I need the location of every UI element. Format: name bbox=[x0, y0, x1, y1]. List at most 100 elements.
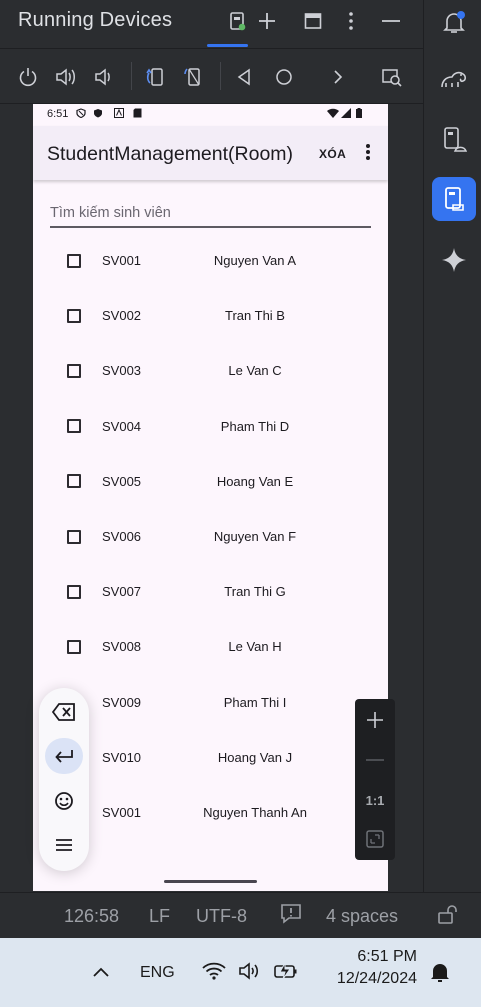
gesture-handle[interactable] bbox=[164, 880, 257, 883]
device-toolbar bbox=[0, 49, 423, 103]
cursor-position[interactable]: 126:58 bbox=[64, 906, 119, 927]
notifications-icon[interactable] bbox=[432, 0, 476, 44]
wifi-tray-icon[interactable] bbox=[202, 962, 226, 985]
more-vert-icon[interactable] bbox=[338, 8, 364, 34]
vpn-icon bbox=[76, 108, 86, 121]
notification-bell-icon[interactable] bbox=[429, 961, 451, 988]
student-id: SV001 bbox=[102, 253, 142, 269]
delete-button[interactable]: XÓA bbox=[319, 147, 346, 161]
status-time: 6:51 bbox=[47, 108, 69, 120]
lock-icon[interactable] bbox=[436, 903, 458, 930]
student-id: SV010 bbox=[102, 749, 142, 765]
line-ending[interactable]: LF bbox=[149, 906, 170, 927]
student-id: SV006 bbox=[102, 529, 142, 545]
panel-header: Running Devices bbox=[0, 0, 423, 48]
sd-card-icon bbox=[133, 108, 142, 121]
student-name: Nguyen Van F bbox=[213, 529, 297, 545]
keyboard-notice-icon bbox=[114, 108, 124, 121]
student-id: SV007 bbox=[102, 584, 142, 600]
panel-title: Running Devices bbox=[18, 9, 173, 31]
select-checkbox[interactable] bbox=[67, 584, 81, 599]
enter-icon[interactable] bbox=[45, 738, 83, 774]
app-title: StudentManagement(Room) bbox=[47, 143, 294, 165]
running-devices-panel: Running Devices 6:51 StudentManagement(R… bbox=[0, 0, 423, 938]
search-input[interactable] bbox=[50, 202, 371, 224]
student-row[interactable]: SV005 Hoang Van E bbox=[33, 454, 388, 509]
student-id: SV004 bbox=[102, 418, 142, 434]
home-icon[interactable] bbox=[272, 65, 296, 89]
file-encoding[interactable]: UTF-8 bbox=[196, 906, 247, 927]
floating-keyboard-toolbar bbox=[39, 688, 89, 871]
zoom-in-icon[interactable] bbox=[355, 705, 395, 735]
select-checkbox[interactable] bbox=[67, 529, 81, 544]
select-checkbox[interactable] bbox=[67, 308, 81, 323]
system-clock[interactable]: 6:51 PM 12/24/2024 bbox=[318, 948, 417, 988]
gradle-icon[interactable] bbox=[432, 58, 476, 102]
power-icon[interactable] bbox=[16, 65, 40, 89]
device-manager-icon[interactable] bbox=[432, 118, 476, 162]
chevron-up-icon[interactable] bbox=[92, 965, 110, 983]
rotate-right-icon[interactable] bbox=[182, 65, 206, 89]
screenshot-icon[interactable] bbox=[380, 65, 404, 89]
minimize-icon[interactable] bbox=[378, 8, 404, 34]
student-name: Pham Thi I bbox=[223, 694, 287, 710]
student-row[interactable]: SV002 Tran Thi B bbox=[33, 288, 388, 343]
volume-down-icon[interactable] bbox=[92, 65, 116, 89]
wifi-icon bbox=[327, 108, 339, 121]
student-name: Nguyen Thanh An bbox=[203, 804, 307, 820]
active-tab-indicator bbox=[207, 44, 248, 47]
select-checkbox[interactable] bbox=[67, 639, 81, 654]
ide-status-bar: 126:58 LF UTF-8 4 spaces bbox=[0, 892, 481, 938]
student-row[interactable]: SV008 Le Van H bbox=[33, 619, 388, 674]
clock-time: 6:51 PM bbox=[357, 948, 417, 965]
volume-tray-icon[interactable] bbox=[238, 962, 262, 985]
menu-icon[interactable] bbox=[45, 827, 83, 863]
select-checkbox[interactable] bbox=[67, 419, 81, 434]
indent-setting[interactable]: 4 spaces bbox=[326, 906, 398, 927]
student-row[interactable]: SV006 Nguyen Van F bbox=[33, 509, 388, 564]
overview-icon[interactable] bbox=[326, 65, 350, 89]
zoom-controls: 1:1 bbox=[355, 699, 395, 860]
student-id: SV001 bbox=[102, 804, 142, 820]
student-id: SV005 bbox=[102, 473, 142, 489]
add-icon[interactable] bbox=[254, 8, 280, 34]
zoom-out-icon[interactable] bbox=[355, 745, 395, 775]
student-name: Hoang Van J bbox=[217, 749, 293, 765]
battery-icon bbox=[356, 108, 362, 121]
running-devices-icon[interactable] bbox=[432, 177, 476, 221]
student-name: Pham Thi D bbox=[220, 418, 290, 434]
back-icon[interactable] bbox=[232, 65, 256, 89]
clock-date: 12/24/2024 bbox=[336, 970, 417, 987]
student-name: Hoang Van E bbox=[216, 473, 294, 489]
shield-icon bbox=[93, 108, 103, 121]
search-field[interactable] bbox=[50, 202, 371, 228]
window-icon[interactable] bbox=[300, 8, 326, 34]
backspace-icon[interactable] bbox=[45, 694, 83, 730]
rotate-left-icon[interactable] bbox=[144, 65, 168, 89]
select-checkbox[interactable] bbox=[67, 474, 81, 489]
emoji-icon[interactable] bbox=[45, 783, 83, 819]
battery-charging-icon[interactable] bbox=[273, 961, 299, 986]
volume-up-icon[interactable] bbox=[54, 65, 78, 89]
zoom-actual-size-button[interactable]: 1:1 bbox=[355, 785, 395, 815]
student-row[interactable]: SV003 Le Van C bbox=[33, 343, 388, 398]
student-row[interactable]: SV007 Tran Thi G bbox=[33, 564, 388, 619]
signal-icon bbox=[341, 108, 351, 121]
android-status-bar: 6:51 bbox=[33, 104, 388, 126]
student-name: Nguyen Van A bbox=[213, 253, 297, 269]
select-checkbox[interactable] bbox=[67, 253, 81, 268]
windows-taskbar: ENG 6:51 PM 12/24/2024 bbox=[0, 938, 481, 1007]
student-row[interactable]: SV001 Nguyen Van A bbox=[33, 233, 388, 288]
student-name: Le Van H bbox=[228, 639, 282, 655]
zoom-fit-icon[interactable] bbox=[355, 824, 395, 854]
select-checkbox[interactable] bbox=[67, 363, 81, 378]
student-id: SV009 bbox=[102, 694, 142, 710]
input-language[interactable]: ENG bbox=[140, 964, 175, 982]
app-bar: StudentManagement(Room) XÓA bbox=[33, 126, 388, 180]
device-tab-icon[interactable] bbox=[224, 8, 250, 34]
ai-assistant-icon[interactable] bbox=[432, 238, 476, 282]
tool-window-strip bbox=[423, 0, 481, 892]
student-row[interactable]: SV004 Pham Thi D bbox=[33, 399, 388, 454]
inspection-icon[interactable] bbox=[280, 902, 302, 929]
overflow-menu-icon[interactable] bbox=[364, 144, 372, 162]
